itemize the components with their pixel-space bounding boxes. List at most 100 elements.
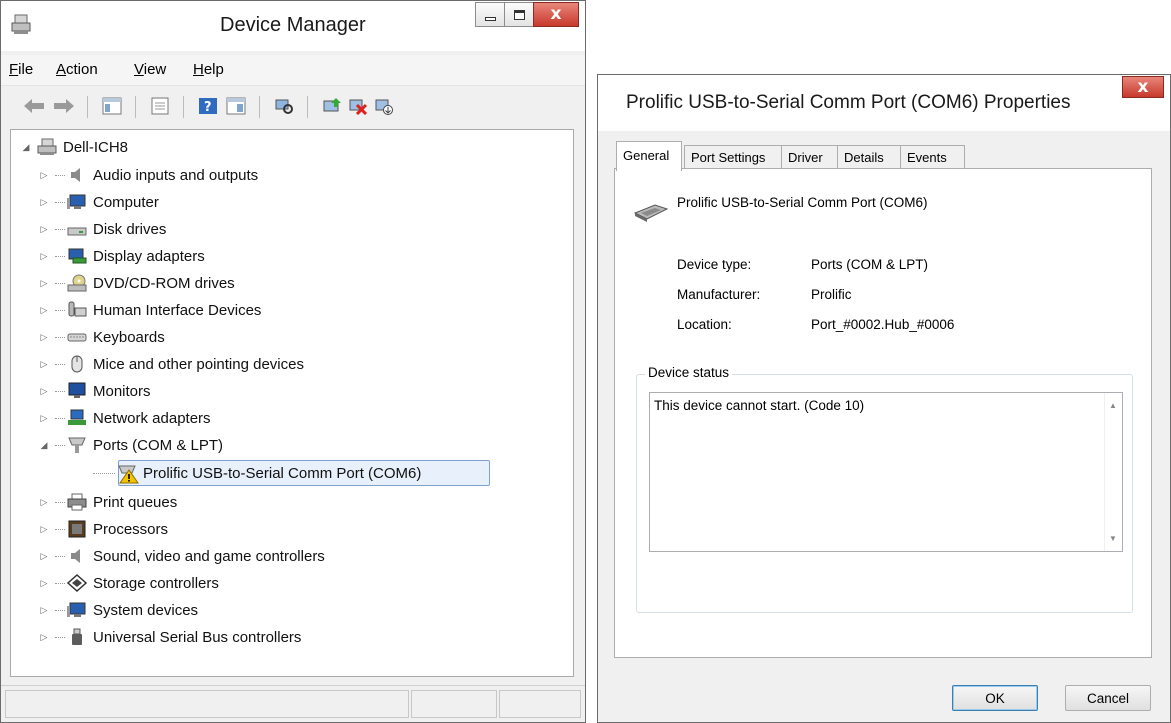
expand-arrow-icon[interactable]: ▷ xyxy=(39,278,49,289)
tree-item-label: Computer xyxy=(93,193,159,211)
tree-connector xyxy=(55,201,65,203)
update-driver-icon[interactable] xyxy=(321,95,343,117)
properties-icon[interactable] xyxy=(149,95,171,117)
tree-connector xyxy=(55,174,65,176)
tree-item-usb-controllers[interactable]: ▷ Universal Serial Bus controllers xyxy=(39,625,301,649)
enable-device-icon[interactable] xyxy=(373,95,395,117)
title-bar[interactable]: Device Manager x xyxy=(1,1,585,51)
device-tree[interactable]: ◢ Dell-ICH8 ▷ Audio inputs and outputs ▷… xyxy=(10,129,574,677)
scan-hardware-icon[interactable] xyxy=(273,95,295,117)
tree-item-hid[interactable]: ▷ Human Interface Devices xyxy=(39,298,261,322)
scroll-up-icon[interactable]: ▲ xyxy=(1109,401,1117,410)
tree-item-label: Human Interface Devices xyxy=(93,301,262,319)
tab-general[interactable]: General xyxy=(616,141,682,171)
menu-action[interactable]: Action xyxy=(56,61,98,78)
tree-item-storage-controllers[interactable]: ▷ Storage controllers xyxy=(39,571,219,595)
show-hide-console-tree-icon[interactable] xyxy=(101,95,123,117)
tree-item-label: Network adapters xyxy=(93,409,211,427)
expand-arrow-icon[interactable]: ▷ xyxy=(39,413,49,424)
dvd-drive-icon xyxy=(67,274,87,292)
tab-details[interactable]: Details xyxy=(837,145,901,169)
expand-arrow-icon[interactable]: ▷ xyxy=(39,524,49,535)
status-bar-segment xyxy=(411,690,497,718)
tab-driver[interactable]: Driver xyxy=(781,145,838,169)
cancel-label: Cancel xyxy=(1086,690,1130,706)
tree-connector xyxy=(55,417,65,419)
tab-port-settings[interactable]: Port Settings xyxy=(684,145,782,169)
tree-root-dell-ich8[interactable]: ◢ Dell-ICH8 xyxy=(21,135,128,159)
tree-item-computer[interactable]: ▷ Computer xyxy=(39,190,159,214)
tree-connector xyxy=(55,282,65,284)
expand-arrow-icon[interactable]: ▷ xyxy=(39,497,49,508)
network-adapter-icon xyxy=(67,409,87,427)
expand-arrow-icon[interactable]: ▷ xyxy=(39,170,49,181)
scroll-down-icon[interactable]: ▼ xyxy=(1109,534,1117,543)
tree-connector xyxy=(55,309,65,311)
forward-arrow-icon[interactable] xyxy=(53,95,75,117)
expand-arrow-icon[interactable]: ▷ xyxy=(39,359,49,370)
expand-arrow-icon[interactable]: ▷ xyxy=(39,332,49,343)
tree-item-ports[interactable]: ◢ Ports (COM & LPT) xyxy=(39,433,223,457)
menu-view[interactable]: View xyxy=(134,61,166,78)
expand-arrow-icon[interactable]: ▷ xyxy=(39,386,49,397)
menu-bar: File Action View Help xyxy=(1,55,585,86)
tree-item-system-devices[interactable]: ▷ System devices xyxy=(39,598,199,622)
manufacturer-label: Manufacturer: xyxy=(677,287,761,302)
cancel-button[interactable]: Cancel xyxy=(1065,685,1151,711)
tree-item-disk-drives[interactable]: ▷ Disk drives xyxy=(39,217,167,241)
minimize-button[interactable] xyxy=(475,2,505,27)
close-icon: x xyxy=(550,4,562,24)
expand-arrow-icon[interactable]: ▷ xyxy=(39,578,49,589)
tree-item-monitors[interactable]: ▷ Monitors xyxy=(39,379,151,403)
tree-item-display-adapters[interactable]: ▷ Display adapters xyxy=(39,244,205,268)
processor-chip-icon xyxy=(67,520,87,538)
device-status-group: Device status This device cannot start. … xyxy=(636,365,1133,613)
tree-item-network-adapters[interactable]: ▷ Network adapters xyxy=(39,406,211,430)
dialog-title-bar[interactable]: Prolific USB-to-Serial Comm Port (COM6) … xyxy=(598,75,1170,131)
vertical-scrollbar[interactable]: ▲ ▼ xyxy=(1104,393,1122,551)
tree-item-prolific-com6[interactable]: Prolific USB-to-Serial Comm Port (COM6) xyxy=(93,461,421,485)
menu-help[interactable]: Help xyxy=(193,61,224,78)
action-pane-icon[interactable] xyxy=(225,95,247,117)
menu-file[interactable]: File xyxy=(9,61,33,78)
close-button[interactable]: x xyxy=(533,2,579,27)
monitor-icon xyxy=(67,382,87,400)
expand-arrow-icon[interactable]: ▷ xyxy=(39,551,49,562)
tree-item-dvd-cd-rom[interactable]: ▷ DVD/CD-ROM drives xyxy=(39,271,235,295)
expand-arrow-icon[interactable]: ▷ xyxy=(39,305,49,316)
dialog-close-button[interactable]: x xyxy=(1122,76,1164,98)
ok-label: OK xyxy=(985,690,1005,706)
ok-button[interactable]: OK xyxy=(952,685,1038,711)
tree-item-sound-video[interactable]: ▷ Sound, video and game controllers xyxy=(39,544,325,568)
tab-label: General xyxy=(623,148,670,163)
expand-arrow-icon[interactable]: ▷ xyxy=(39,251,49,262)
tree-connector xyxy=(55,528,65,530)
tree-item-audio[interactable]: ▷ Audio inputs and outputs xyxy=(39,163,259,187)
expand-arrow-icon[interactable]: ▷ xyxy=(39,605,49,616)
maximize-button[interactable] xyxy=(504,2,534,27)
device-name: Prolific USB-to-Serial Comm Port (COM6) xyxy=(677,195,928,210)
uninstall-icon[interactable] xyxy=(347,95,369,117)
display-adapter-icon xyxy=(67,247,87,265)
tab-events[interactable]: Events xyxy=(900,145,965,169)
window-title: Device Manager xyxy=(220,14,366,36)
device-type-label: Device type: xyxy=(677,257,752,272)
collapse-arrow-icon[interactable]: ◢ xyxy=(39,440,49,451)
tree-item-processors[interactable]: ▷ Processors xyxy=(39,517,168,541)
device-status-textbox[interactable]: This device cannot start. (Code 10) ▲ ▼ xyxy=(649,392,1123,552)
toolbar-separator xyxy=(183,96,184,118)
help-icon[interactable]: ? xyxy=(197,95,219,117)
tree-item-keyboards[interactable]: ▷ Keyboards xyxy=(39,325,165,349)
back-arrow-icon[interactable] xyxy=(23,95,45,117)
tree-connector xyxy=(55,390,65,392)
computer-icon xyxy=(67,601,87,619)
expand-arrow-icon[interactable]: ▷ xyxy=(39,197,49,208)
tree-item-print-queues[interactable]: ▷ Print queues xyxy=(39,490,177,514)
tree-connector xyxy=(55,444,65,446)
expand-arrow-icon[interactable]: ▷ xyxy=(39,224,49,235)
tree-item-mice[interactable]: ▷ Mice and other pointing devices xyxy=(39,352,304,376)
expand-arrow-icon[interactable]: ▷ xyxy=(39,632,49,643)
collapse-arrow-icon[interactable]: ◢ xyxy=(21,142,31,153)
device-manager-window: Device Manager x File Action View Help ? xyxy=(0,0,586,723)
tree-item-label: Display adapters xyxy=(93,247,205,265)
